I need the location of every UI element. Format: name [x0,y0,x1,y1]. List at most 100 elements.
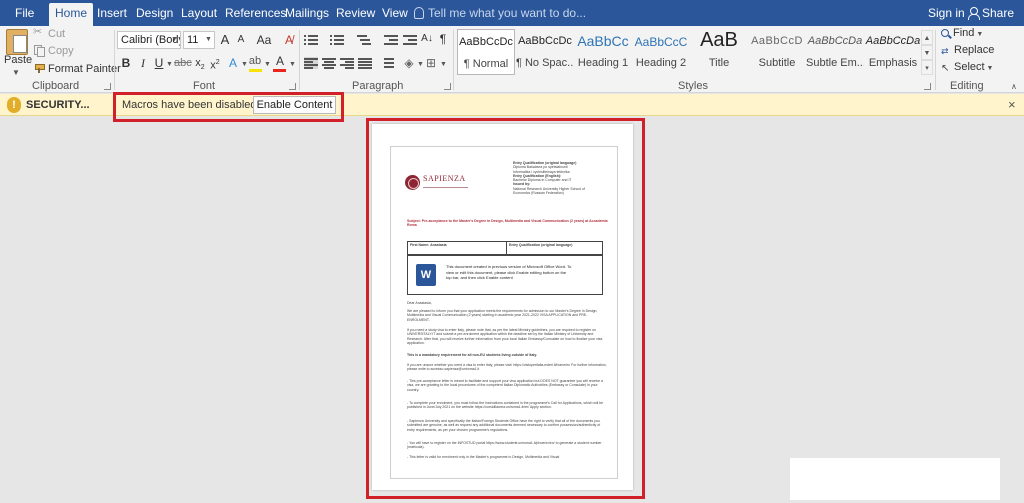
notice-line: top bar, and then click Enable content [446,275,513,280]
cut-button[interactable]: Cut [33,25,65,40]
chevron-down-icon: ▼ [12,68,20,77]
superscript-button[interactable]: x2 [208,54,222,72]
style-heading-2[interactable]: AaBbCcC Heading 2 [632,29,690,75]
chevron-up-icon[interactable]: ▲ [921,30,933,45]
chevron-down-icon: ▼ [289,61,296,68]
style-name: Subtitle [758,57,796,69]
style-name: Subtle Em... [806,57,864,69]
shading-icon[interactable]: ◈ [402,54,416,72]
close-icon[interactable]: × [1008,94,1016,116]
find-label: Find [953,27,975,39]
replace-button[interactable]: ⇄ Replace [941,44,994,56]
university-logo-text: SAPIENZA [423,174,466,183]
body-paragraph: - To complete your enrolment, you must f… [407,401,604,410]
grow-font-button[interactable]: A [218,31,232,49]
more-styles-icon[interactable]: ▾ [921,60,933,75]
entry-qualification-header: Entry Qualification (original language) … [513,161,613,195]
tab-file[interactable]: File [9,0,40,26]
styles-gallery: AaBbCcDc ¶ Normal AaBbCcDc ¶ No Spac... Aa… [456,29,920,77]
copy-icon [34,45,45,57]
chevron-down-icon: ▼ [264,61,271,68]
warning-shield-icon: ! [7,97,21,113]
salutation: Dear Anastasia, [407,301,432,305]
tell-me-text: Tell me what you want to do... [428,6,587,20]
style-normal[interactable]: AaBbCcDc ¶ Normal [457,29,515,75]
copy-button[interactable]: Copy [34,45,74,57]
style-title[interactable]: AaB Title [690,29,748,75]
dialog-launcher-icon[interactable] [289,83,296,90]
clipboard-icon [6,29,28,55]
body-paragraph: We are pleased to inform you that your a… [407,309,598,322]
line-spacing-icon[interactable] [380,57,394,69]
select-button[interactable]: ↖ Select ▼ [941,61,993,74]
style-subtitle[interactable]: AaBbCcD Subtitle [748,29,806,75]
body-paragraph: If you need a study visa to enter Italy,… [407,328,603,345]
body-paragraph: If you are unsure whether you need a vis… [407,363,607,372]
style-emphasis[interactable]: AaBbCcDa Emphasis [864,29,922,75]
increase-indent-icon[interactable] [403,34,417,46]
style-preview: AaBbCcDc [459,36,513,48]
style-preview: AaBbCcDa [807,35,863,47]
font-color-button[interactable]: A [273,52,287,70]
share-button[interactable]: Share [967,0,1014,26]
italic-button[interactable]: I [136,54,150,72]
format-painter-button[interactable]: Format Painter [34,63,121,75]
sort-icon[interactable]: A↓ [420,30,434,48]
clear-formatting-icon[interactable]: A̸ [281,31,297,49]
dialog-launcher-icon[interactable] [924,83,931,90]
word-logo-icon: W [416,264,440,286]
highlighter-icon[interactable]: ab [248,52,262,70]
tab-design[interactable]: Design [130,0,179,26]
style-name: Title [708,57,730,69]
text-effects-icon[interactable]: A [226,54,240,72]
change-case-button[interactable]: Aa [254,31,274,49]
shrink-font-button[interactable]: A [234,31,248,49]
macros-disabled-message: Macros have been disabled. [122,99,260,111]
sign-in-link[interactable]: Sign in [928,0,965,26]
decrease-indent-icon[interactable] [384,34,398,46]
justify-icon[interactable] [358,57,372,69]
tab-mailings[interactable]: Mailings [279,0,335,26]
align-right-icon[interactable] [340,57,354,69]
chevron-down-icon: ▼ [166,61,173,68]
dialog-launcher-icon[interactable] [104,83,111,90]
subscript-button[interactable]: x2 [193,54,207,72]
document-page[interactable]: SAPIENZA Entry Qualification (original l… [372,124,633,490]
body-paragraph: - You will have to register on the INFOS… [407,441,602,450]
copy-label: Copy [48,45,74,57]
person-icon [967,7,980,20]
dialog-launcher-icon[interactable] [444,83,451,90]
tab-review[interactable]: Review [330,0,381,26]
find-button[interactable]: Find ▼ [941,27,983,39]
style-no-spacing[interactable]: AaBbCcDc ¶ No Spac... [516,29,574,75]
tab-home[interactable]: Home [49,3,94,26]
chevron-down-icon: ▼ [241,61,248,68]
collapse-ribbon-icon[interactable]: ∧ [1011,82,1017,91]
replace-label: Replace [954,44,995,56]
ribbon-home: Paste ▼ Cut Copy Format Painter Clipboar… [0,25,1024,93]
bullets-icon[interactable] [304,34,318,46]
style-name: Heading 1 [577,57,629,69]
tab-view[interactable]: View [376,0,414,26]
numbering-icon[interactable] [330,34,344,46]
font-group-label: Font [193,80,216,92]
font-size-select[interactable]: 11 ▼ [183,31,215,49]
enable-content-button[interactable]: Enable Content [253,96,336,114]
underline-button[interactable]: U [152,54,166,72]
tab-layout[interactable]: Layout [175,0,223,26]
chevron-down-icon[interactable]: ▼ [921,45,933,60]
bold-button[interactable]: B [119,54,133,72]
style-preview: AaBbCcDc [518,35,572,47]
tab-insert[interactable]: Insert [91,0,133,26]
pilcrow-icon[interactable]: ¶ [437,30,449,48]
borders-icon[interactable]: ⊞ [424,54,438,72]
style-heading-1[interactable]: AaBbCc Heading 1 [574,29,632,75]
group-divider [299,30,300,90]
align-center-icon[interactable] [322,57,336,69]
font-family-select[interactable]: Calibri (Body) ▼ [117,31,181,49]
align-left-icon[interactable] [304,57,318,69]
multilevel-list-icon[interactable] [357,34,371,46]
tell-me-search[interactable]: Tell me what you want to do... [414,0,586,26]
strikethrough-button[interactable]: abc [174,54,192,72]
style-subtle-emphasis[interactable]: AaBbCcDa Subtle Em... [806,29,864,75]
